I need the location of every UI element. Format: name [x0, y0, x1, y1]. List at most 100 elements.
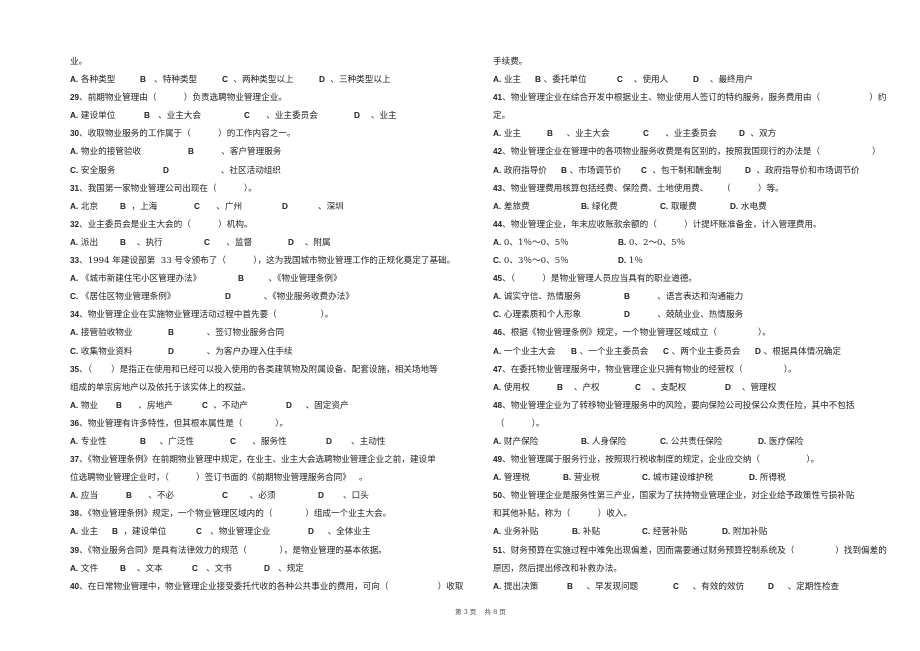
option-a[interactable]: A. 建设单位: [70, 107, 144, 125]
option-d[interactable]: D 、三种类型以上: [319, 71, 419, 89]
option-b[interactable]: B 、签订物业服务合同: [168, 324, 318, 342]
option-a[interactable]: A. 各种类型: [70, 71, 140, 89]
option-c[interactable]: C 、使用人: [617, 71, 693, 89]
option-a[interactable]: A. 物业的接管验收: [70, 143, 188, 161]
option-d[interactable]: D. 医疗保险: [758, 433, 818, 451]
option-b[interactable]: B 、产权: [557, 379, 635, 397]
option-c[interactable]: C 、服务性: [230, 433, 326, 451]
option-a[interactable]: A. 使用权: [493, 379, 557, 397]
option-a[interactable]: A. 《城市新建住宅小区管理办法》: [70, 270, 238, 288]
option-a[interactable]: A. 诚实守信、热情服务: [493, 288, 624, 306]
option-d[interactable]: D. 附加补贴: [722, 523, 782, 541]
option-b[interactable]: B 、委托单位: [535, 71, 617, 89]
option-a[interactable]: A. 业主: [70, 523, 112, 541]
option-d[interactable]: D 、固定资产: [286, 397, 366, 415]
option-b[interactable]: B. 0、2～0、5％: [618, 234, 718, 252]
option-b[interactable]: B 、早发现问题: [567, 578, 673, 596]
option-b[interactable]: B 、一个业主委员会: [571, 343, 663, 361]
option-a[interactable]: A. 派出: [70, 234, 120, 252]
option-d[interactable]: D 、最终用户: [693, 71, 773, 89]
option-d[interactable]: D. 1％: [618, 252, 658, 270]
option-c[interactable]: C. 取暖费: [660, 198, 730, 216]
option-c[interactable]: C 、两个业主委员会: [663, 343, 755, 361]
option-a[interactable]: A. 业主: [493, 71, 535, 89]
option-b[interactable]: B. 绿化费: [581, 198, 660, 216]
option-c[interactable]: C 、文书: [192, 560, 264, 578]
option-a[interactable]: A. 差旅费: [493, 198, 581, 216]
option-c[interactable]: C. 收集物业资料: [70, 343, 168, 361]
option-c[interactable]: C. 公共责任保险: [660, 433, 758, 451]
option-a[interactable]: A. 管理税: [493, 469, 563, 487]
option-a[interactable]: A. 物业: [70, 397, 116, 415]
option-b[interactable]: B 、不必: [126, 487, 222, 505]
question-number: 49: [493, 455, 503, 465]
option-d[interactable]: D 、全体业主: [308, 523, 388, 541]
option-a[interactable]: A. 专业性: [70, 433, 140, 451]
option-b[interactable]: B 、特种类型: [140, 71, 222, 89]
option-d[interactable]: D 、双方: [739, 125, 799, 143]
option-c[interactable]: C 、业主委员会: [643, 125, 739, 143]
option-c[interactable]: C. 心理素质和个人形象: [493, 306, 624, 324]
option-text: 、特种类型: [145, 75, 198, 86]
option-b[interactable]: B 、客户管理服务: [188, 143, 338, 161]
option-c[interactable]: C 、包干制和酬金制: [641, 162, 745, 180]
option-c[interactable]: C. 《居住区物业管理条例》: [70, 288, 225, 306]
option-d[interactable]: D 、口头: [318, 487, 398, 505]
option-a[interactable]: A. 文件: [70, 560, 120, 578]
option-d[interactable]: D 、深圳: [282, 198, 362, 216]
option-a[interactable]: A. 应当: [70, 487, 126, 505]
option-a[interactable]: A. 提出决策: [493, 578, 567, 596]
option-b[interactable]: B 、文本: [120, 560, 192, 578]
option-b[interactable]: B 、语言表达和沟通能力: [624, 288, 774, 306]
option-a[interactable]: A. 0、1％～0、5％: [493, 234, 618, 252]
option-b[interactable]: B. 人身保险: [581, 433, 660, 451]
option-d[interactable]: D 、主动性: [326, 433, 406, 451]
option-d[interactable]: D 、《物业服务收费办法》: [225, 288, 375, 306]
option-a[interactable]: A. 业务补贴: [493, 523, 572, 541]
option-b[interactable]: B. 补贴: [572, 523, 642, 541]
option-c[interactable]: C 、两种类型以上: [222, 71, 319, 89]
option-b[interactable]: B. 营业税: [563, 469, 642, 487]
option-b[interactable]: B 、业主大会: [144, 107, 244, 125]
option-a[interactable]: A. 一个业主大会: [493, 343, 571, 361]
option-d[interactable]: D 、根据具体情况确定: [755, 343, 865, 361]
option-c[interactable]: C 、支配权: [635, 379, 725, 397]
option-b[interactable]: B 、市场调节价: [561, 162, 641, 180]
option-c[interactable]: C 、有效的效仿: [673, 578, 768, 596]
option-a[interactable]: A. 财产保险: [493, 433, 581, 451]
option-d[interactable]: D 、规定: [264, 560, 324, 578]
option-c[interactable]: C. 安全服务: [70, 162, 163, 180]
option-text: 、两种类型以上: [227, 75, 294, 86]
option-c[interactable]: C 、不动产: [202, 397, 286, 415]
option-c[interactable]: C 、物业管理企业: [196, 523, 308, 541]
option-d[interactable]: D 、政府指导价和市场调节价: [745, 162, 885, 180]
option-d[interactable]: D 、为客户办理入住手续: [168, 343, 318, 361]
option-a[interactable]: A. 业主: [493, 125, 547, 143]
option-a[interactable]: A. 接管验收物业: [70, 324, 168, 342]
option-d[interactable]: D 、业主: [354, 107, 414, 125]
option-d[interactable]: D 、附属: [288, 234, 348, 252]
option-c[interactable]: C. 0、3％～0、5％: [493, 252, 618, 270]
option-d[interactable]: D 、定期性检查: [768, 578, 848, 596]
option-d[interactable]: D 、管理权: [725, 379, 795, 397]
option-b[interactable]: B 、执行: [120, 234, 204, 252]
option-a[interactable]: A. 政府指导价: [493, 162, 561, 180]
option-c[interactable]: C 、广州: [194, 198, 282, 216]
option-c[interactable]: C. 经营补贴: [642, 523, 722, 541]
option-b[interactable]: B ，上海: [120, 198, 194, 216]
option-b[interactable]: B ，建设单位: [112, 523, 196, 541]
option-b[interactable]: B 、广泛性: [140, 433, 230, 451]
option-c[interactable]: C 、监督: [204, 234, 288, 252]
option-d[interactable]: D. 所得税: [749, 469, 809, 487]
option-b[interactable]: B 、《物业管理条例》: [238, 270, 378, 288]
option-c[interactable]: C 、必须: [222, 487, 318, 505]
option-c[interactable]: C 、业主委员会: [244, 107, 354, 125]
option-b[interactable]: B 、房地产: [116, 397, 202, 415]
option-d[interactable]: D 、兢兢业业、热情服务: [624, 306, 774, 324]
option-letter: A.: [493, 75, 502, 85]
option-b[interactable]: B 、业主大会: [547, 125, 643, 143]
option-d[interactable]: D 、社区活动组织: [163, 162, 323, 180]
option-a[interactable]: A. 北京: [70, 198, 120, 216]
option-c[interactable]: C. 城市建设维护税: [642, 469, 749, 487]
option-d[interactable]: D. 水电费: [730, 198, 790, 216]
